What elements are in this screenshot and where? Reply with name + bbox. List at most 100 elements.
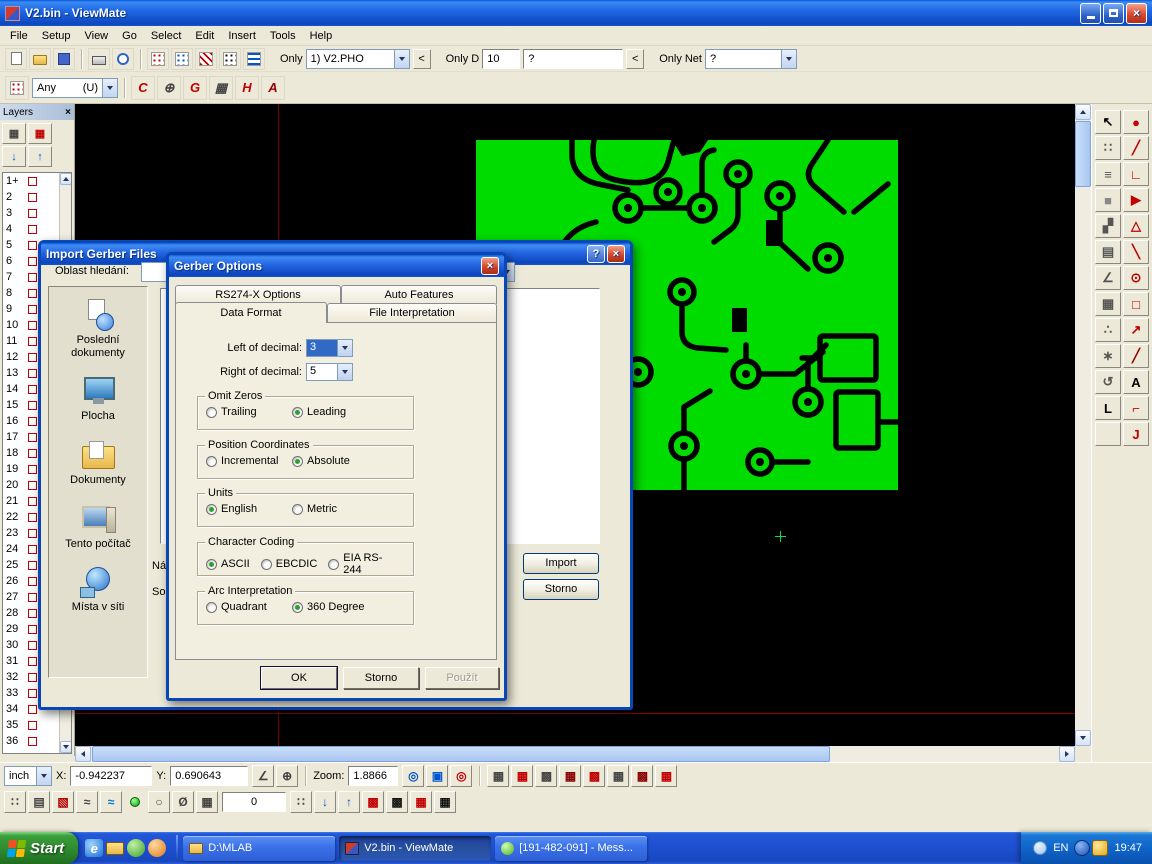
rect-tool[interactable]: □ bbox=[1123, 292, 1149, 316]
dcode-select-icon[interactable] bbox=[5, 76, 29, 100]
chevron-down-icon[interactable] bbox=[394, 50, 409, 68]
radio-option[interactable]: 360 Degree bbox=[292, 601, 378, 613]
arrow-tool[interactable]: ▶ bbox=[1123, 188, 1149, 212]
vector-tool[interactable]: ↗ bbox=[1123, 318, 1149, 342]
mirror-tool[interactable]: ▞ bbox=[1095, 214, 1121, 238]
radio-option[interactable]: EBCDIC bbox=[261, 558, 318, 570]
layer-visibility-checkbox[interactable] bbox=[28, 465, 37, 474]
layer-up-button[interactable]: ↑ bbox=[28, 146, 52, 167]
circle-tool[interactable]: ⊙ bbox=[1123, 266, 1149, 290]
radio-option[interactable]: English bbox=[206, 503, 292, 515]
task-button[interactable]: [191-482-091] - Mess... bbox=[495, 836, 647, 861]
show-dcode-h-button[interactable]: H bbox=[235, 76, 259, 100]
open-file-icon[interactable] bbox=[29, 48, 51, 70]
layer-row[interactable]: 35 bbox=[3, 717, 59, 733]
layers-color-button[interactable]: ▦ bbox=[28, 123, 52, 144]
layer-visibility-checkbox[interactable] bbox=[28, 721, 37, 730]
chevron-down-icon[interactable] bbox=[337, 364, 352, 380]
apply-button[interactable]: Použít bbox=[425, 667, 499, 689]
layer-visibility-checkbox[interactable] bbox=[28, 529, 37, 538]
chevron-down-icon[interactable] bbox=[102, 79, 117, 97]
layer-visibility-checkbox[interactable] bbox=[28, 225, 37, 234]
place-recent-documents[interactable]: Poslední dokumenty bbox=[52, 299, 144, 359]
zoom-window-icon[interactable]: ▣ bbox=[426, 765, 448, 787]
scroll-left-button[interactable] bbox=[75, 746, 91, 762]
menu-item[interactable]: Setup bbox=[35, 28, 78, 44]
layer-down-button[interactable]: ↓ bbox=[2, 146, 26, 167]
menu-item[interactable]: Edit bbox=[188, 28, 221, 44]
ie-quicklaunch-icon[interactable]: e bbox=[85, 839, 103, 857]
layer-visibility-checkbox[interactable] bbox=[28, 497, 37, 506]
layers-grid-button[interactable]: ▦ bbox=[2, 123, 26, 144]
zoom-all-icon[interactable]: ◎ bbox=[450, 765, 472, 787]
pattern-black-icon[interactable]: ▩ bbox=[386, 791, 408, 813]
grid-dark-shade-icon[interactable]: ▩ bbox=[631, 765, 653, 787]
language-indicator[interactable]: EN bbox=[1053, 842, 1068, 854]
filter-pads-icon[interactable] bbox=[219, 48, 241, 70]
layer-visibility-checkbox[interactable] bbox=[28, 673, 37, 682]
show-dcode-g-button[interactable]: G bbox=[183, 76, 207, 100]
zoom-field[interactable]: 1.8866 bbox=[348, 766, 398, 786]
layer-visibility-checkbox[interactable] bbox=[28, 257, 37, 266]
layer-row[interactable]: 36 bbox=[3, 733, 59, 749]
layer-visibility-checkbox[interactable] bbox=[28, 385, 37, 394]
place-network[interactable]: Místa v síti bbox=[52, 566, 144, 614]
grid-step-field[interactable]: 0 bbox=[222, 792, 286, 812]
layer-visibility-checkbox[interactable] bbox=[28, 241, 37, 250]
layer-visibility-checkbox[interactable] bbox=[28, 705, 37, 714]
close-button[interactable]: × bbox=[1126, 3, 1147, 24]
import-button[interactable]: Import bbox=[523, 553, 599, 574]
horizontal-scroll-thumb[interactable] bbox=[92, 746, 830, 762]
angle-tool[interactable]: ∠ bbox=[1095, 266, 1121, 290]
blank-tool[interactable] bbox=[1095, 422, 1121, 446]
show-aperture-a-button[interactable]: A bbox=[261, 76, 285, 100]
hide-tray-chevron-icon[interactable] bbox=[1033, 841, 1047, 855]
menu-item[interactable]: Tools bbox=[263, 28, 303, 44]
task-button[interactable]: V2.bin - ViewMate bbox=[339, 836, 491, 861]
layer-row[interactable]: 4 bbox=[3, 221, 59, 237]
grid-red-shade-icon[interactable]: ▩ bbox=[583, 765, 605, 787]
language-tray-icon[interactable] bbox=[1074, 840, 1090, 856]
menu-item[interactable]: Help bbox=[303, 28, 340, 44]
measure-icon[interactable]: ∠ bbox=[252, 765, 274, 787]
any-selection-combo[interactable]: Any (U) bbox=[32, 78, 118, 98]
ok-button[interactable]: OK bbox=[261, 667, 337, 689]
dots-tool[interactable]: ∴ bbox=[1095, 318, 1121, 342]
layer-visibility-checkbox[interactable] bbox=[28, 641, 37, 650]
grid-red2-icon[interactable]: ▦ bbox=[655, 765, 677, 787]
tab-auto-features[interactable]: Auto Features bbox=[341, 285, 497, 304]
layer-visibility-checkbox[interactable] bbox=[28, 321, 37, 330]
scroll-right-button[interactable] bbox=[1059, 746, 1075, 762]
sine-icon[interactable]: ≈ bbox=[76, 791, 98, 813]
radio-option[interactable]: Trailing bbox=[206, 406, 292, 418]
stack-tool[interactable]: ≡ bbox=[1095, 162, 1121, 186]
layer-visibility-checkbox[interactable] bbox=[28, 353, 37, 362]
x-coordinate-field[interactable]: -0.942237 bbox=[70, 766, 152, 786]
desktop-quicklaunch-icon[interactable] bbox=[127, 839, 145, 857]
gear-tool[interactable]: ∗ bbox=[1095, 344, 1121, 368]
rotate-tool[interactable]: ↺ bbox=[1095, 370, 1121, 394]
y-coordinate-field[interactable]: 0.690643 bbox=[170, 766, 248, 786]
origin-icon[interactable]: ⊕ bbox=[276, 765, 298, 787]
layer-visibility-checkbox[interactable] bbox=[28, 689, 37, 698]
filter-nets-icon[interactable] bbox=[243, 48, 265, 70]
hatch-tool[interactable]: ▤ bbox=[1095, 240, 1121, 264]
dcode-input[interactable]: 10 bbox=[482, 49, 520, 69]
layer-visibility-checkbox[interactable] bbox=[28, 289, 37, 298]
folder-quicklaunch-icon[interactable] bbox=[106, 842, 124, 855]
minimize-button[interactable] bbox=[1080, 3, 1101, 24]
layer-row[interactable]: 3 bbox=[3, 205, 59, 221]
grid-toggle-icon[interactable]: ▦ bbox=[196, 791, 218, 813]
pointer-tool[interactable]: ↖ bbox=[1095, 110, 1121, 134]
layer-visibility-checkbox[interactable] bbox=[28, 337, 37, 346]
layers-close-icon[interactable]: × bbox=[65, 107, 71, 118]
sine-blue-icon[interactable]: ≈ bbox=[100, 791, 122, 813]
filter-traces-icon[interactable] bbox=[195, 48, 217, 70]
place-documents[interactable]: Dokumenty bbox=[52, 439, 144, 487]
dialog-help-button[interactable]: ? bbox=[587, 245, 605, 263]
save-file-icon[interactable] bbox=[53, 48, 75, 70]
radio-option[interactable]: ASCII bbox=[206, 558, 250, 570]
flag-mode-icon[interactable]: ▧ bbox=[52, 791, 74, 813]
layer-row[interactable]: 1+ bbox=[3, 173, 59, 189]
tab-file-interpretation[interactable]: File Interpretation bbox=[327, 303, 497, 322]
